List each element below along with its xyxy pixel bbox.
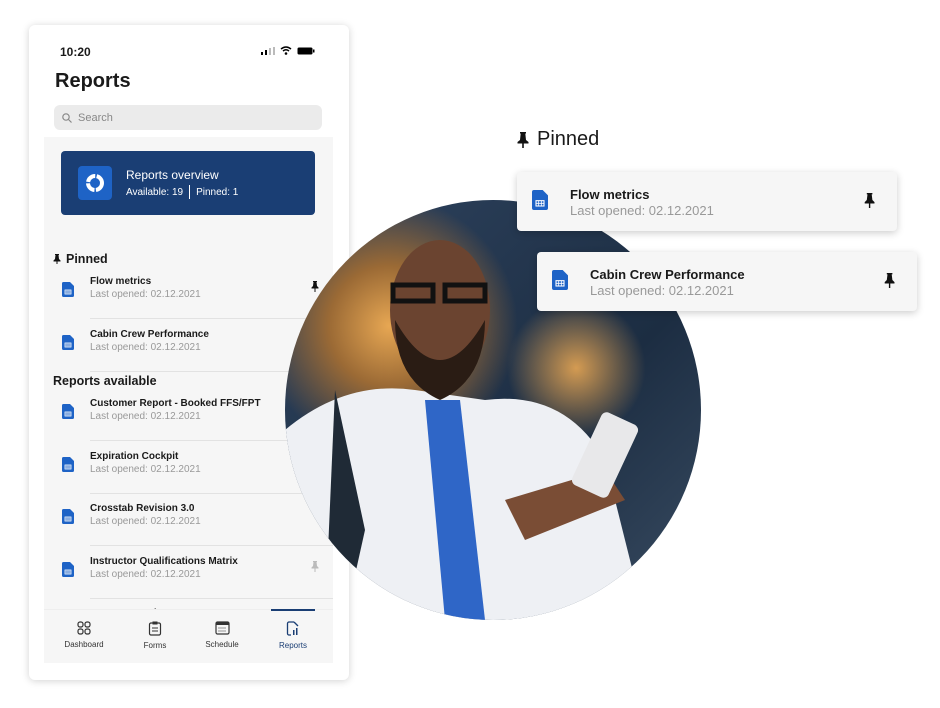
- bottom-tab-bar: Dashboard Forms Schedule Reports: [44, 609, 333, 663]
- signal-icon: [261, 46, 275, 55]
- pin-icon[interactable]: [884, 273, 895, 289]
- available-count: Available: 19: [126, 187, 184, 198]
- last-opened: Last opened: 02.12.2021: [90, 341, 201, 353]
- report-icon: [286, 621, 299, 636]
- wifi-icon: [280, 46, 292, 55]
- last-opened: Last opened: 02.12.2021: [90, 568, 201, 580]
- report-file-icon: [62, 282, 74, 297]
- pinned-count: Pinned: 1: [196, 187, 239, 198]
- calendar-icon: [214, 621, 230, 635]
- report-list-item[interactable]: Instructor Qualifications Matrix Last ope…: [44, 547, 333, 599]
- search-icon: [62, 112, 72, 123]
- status-icons: [261, 46, 315, 55]
- status-time: 10:20: [60, 45, 91, 59]
- report-file-icon: [62, 334, 74, 350]
- tab-dashboard[interactable]: Dashboard: [48, 610, 120, 663]
- reports-overview-card[interactable]: Reports overview Available: 19 Pinned: 1: [61, 151, 315, 215]
- search-input[interactable]: Search: [54, 105, 322, 130]
- report-file-icon: [62, 509, 74, 524]
- report-name: Flow metrics: [90, 276, 152, 287]
- last-opened: Last opened: 02.12.2021: [90, 289, 201, 300]
- report-file-icon: [552, 270, 568, 290]
- last-opened: Last opened: 02.12.2021: [90, 516, 201, 527]
- report-name: Crosstab Revision 3.0: [90, 503, 195, 514]
- pin-icon[interactable]: [311, 560, 319, 572]
- pin-icon[interactable]: [311, 281, 319, 292]
- available-section-header: Reports available: [53, 374, 157, 388]
- report-name: Cabin Crew Performance: [90, 328, 209, 340]
- report-name: Flow metrics: [570, 187, 650, 202]
- last-opened: Last opened: 02.12.2021: [90, 463, 201, 475]
- report-name: Instructor Qualifications Matrix: [90, 555, 238, 567]
- callout-pinned-header: Pinned: [517, 128, 599, 151]
- report-list-item[interactable]: Crosstab Revision 3.0 Last opened: 02.12.…: [44, 494, 333, 546]
- pin-icon: [53, 254, 61, 264]
- page-title: Reports: [55, 70, 131, 92]
- grid-icon: [77, 621, 91, 635]
- clipboard-icon: [148, 621, 162, 636]
- report-file-icon: [62, 456, 74, 472]
- report-name: Expiration Cockpit: [90, 450, 179, 462]
- report-file-icon: [532, 190, 548, 210]
- last-opened: Last opened: 02.12.2021: [590, 283, 734, 298]
- overview-title: Reports overview: [126, 168, 219, 182]
- search-placeholder: Search: [78, 111, 113, 124]
- battery-icon: [297, 47, 315, 54]
- report-list-item[interactable]: Flow metrics Last opened: 02.12.2021: [44, 267, 333, 319]
- pin-icon[interactable]: [864, 193, 875, 209]
- last-opened: Last opened: 02.12.2021: [570, 203, 714, 218]
- pin-icon: [517, 131, 529, 148]
- pinned-section-header: Pinned: [53, 252, 108, 266]
- report-file-icon: [62, 404, 74, 419]
- divider: [189, 185, 191, 199]
- report-file-icon: [62, 561, 74, 577]
- tab-reports[interactable]: Reports: [257, 609, 329, 663]
- tab-forms[interactable]: Forms: [119, 610, 191, 663]
- overview-ring-icon: [78, 166, 112, 200]
- pinned-report-card[interactable]: Cabin Crew Performance Last opened: 02.12…: [537, 252, 917, 311]
- tab-schedule[interactable]: Schedule: [186, 610, 258, 663]
- last-opened: Last opened: 02.12.2021: [90, 411, 201, 422]
- pinned-report-card[interactable]: Flow metrics Last opened: 02.12.2021: [517, 172, 897, 231]
- report-name: Customer Report - Booked FFS/FPT: [90, 398, 261, 409]
- report-name: Cabin Crew Performance: [590, 267, 745, 282]
